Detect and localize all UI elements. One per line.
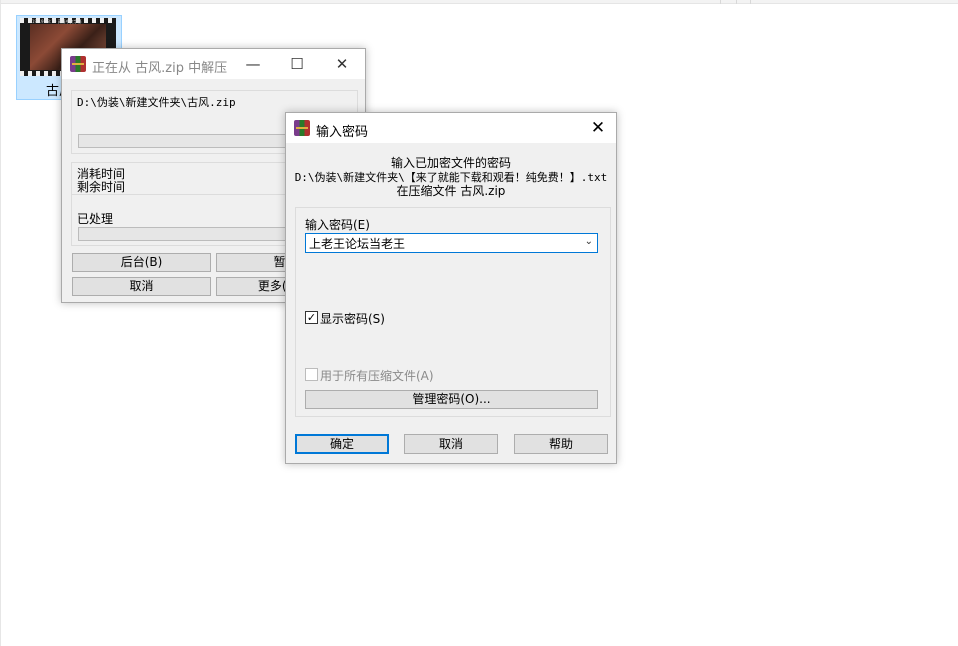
show-password-label[interactable]: 显示密码(S) <box>320 310 385 327</box>
pane-divider <box>0 0 1 646</box>
search-box[interactable] <box>750 0 958 4</box>
close-icon[interactable]: ✕ <box>588 118 608 138</box>
thumbnail-caption: 19:19:58:10 高清中文字幕 <box>32 19 82 24</box>
window-title: 正在从 古风.zip 中解压 <box>92 61 228 76</box>
help-button[interactable]: 帮助 <box>514 434 608 454</box>
password-label: 输入密码(E) <box>305 218 370 232</box>
password-dialog: 输入密码 ✕ 输入已加密文件的密码 D:\伪装\新建文件夹\【来了就能下载和观看… <box>285 112 617 464</box>
manage-passwords-button[interactable]: 管理密码(O)... <box>305 390 598 409</box>
toolbar-separator <box>720 0 721 4</box>
all-archives-label: 用于所有压缩文件(A) <box>320 369 434 383</box>
archive-name-text: 在压缩文件 古风.zip <box>396 184 506 198</box>
ok-button[interactable]: 确定 <box>295 434 389 454</box>
minimize-icon[interactable]: — <box>242 53 264 75</box>
winrar-icon <box>70 56 86 72</box>
cancel-button[interactable]: 取消 <box>404 434 498 454</box>
password-value: 上老王论坛当老王 <box>309 237 406 251</box>
background-button[interactable]: 后台(B) <box>72 253 211 272</box>
title-bar[interactable]: 正在从 古风.zip 中解压 — ☐ ✕ <box>62 49 365 79</box>
winrar-icon <box>294 120 310 136</box>
show-password-checkbox[interactable]: ✓ <box>305 311 318 324</box>
password-input[interactable]: 上老王论坛当老王 ⌄ <box>305 233 598 253</box>
chevron-down-icon[interactable]: ⌄ <box>585 236 593 247</box>
remaining-time-label: 剩余时间 <box>77 180 126 194</box>
title-bar[interactable]: 输入密码 ✕ <box>286 113 616 143</box>
cancel-button[interactable]: 取消 <box>72 277 211 296</box>
maximize-icon[interactable]: ☐ <box>286 53 308 75</box>
archive-path: D:\伪装\新建文件夹\古风.zip <box>77 96 236 109</box>
processed-label: 已处理 <box>77 212 114 226</box>
close-icon[interactable]: ✕ <box>331 53 353 75</box>
dialog-title: 输入密码 <box>316 125 369 140</box>
toolbar-separator <box>736 0 737 4</box>
all-archives-checkbox <box>305 368 318 381</box>
